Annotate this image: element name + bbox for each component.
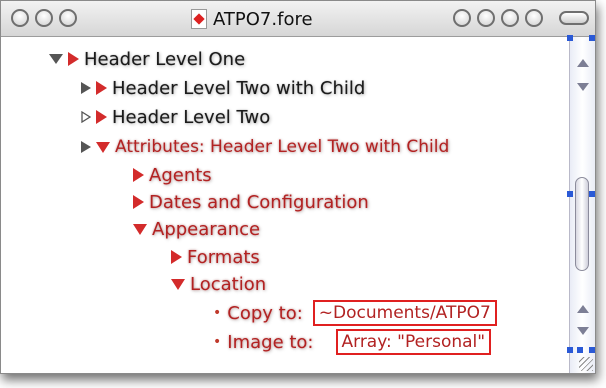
red-triangle-down-icon — [96, 141, 110, 153]
red-triangle-right-icon[interactable] — [133, 195, 144, 209]
outline-row-label: Header Level One — [84, 48, 246, 70]
minimize-button[interactable] — [35, 9, 53, 27]
resize-grip-icon[interactable] — [579, 357, 593, 371]
outline-row[interactable]: Header Level Two — [81, 103, 270, 131]
outline-row-label: Header Level Two with Child — [112, 77, 366, 99]
zoom-button[interactable] — [59, 9, 77, 27]
vertical-scrollbar[interactable] — [569, 37, 595, 373]
attribute-row[interactable]: • Copy to: ~Documents/ATPO7 — [213, 299, 497, 327]
title-button-1[interactable] — [453, 9, 471, 27]
selection-handle[interactable] — [589, 35, 595, 41]
outline-row-label: Agents — [149, 164, 212, 186]
scroll-down-arrow-icon[interactable] — [577, 83, 589, 91]
title-button-4[interactable] — [525, 9, 543, 27]
selection-handle[interactable] — [577, 347, 583, 353]
outline-row[interactable]: Header Level Two with Child — [81, 74, 365, 102]
selection-handle[interactable] — [589, 347, 595, 353]
document-icon — [191, 9, 207, 29]
disclosure-triangle-down-icon[interactable] — [49, 54, 63, 64]
outline-view[interactable]: Header Level One Header Level Two with C… — [1, 37, 569, 373]
attribute-row[interactable]: • Image to: Array: "Personal" — [213, 328, 492, 356]
title-bar[interactable]: ATPO7.fore — [1, 1, 595, 37]
title-button-2[interactable] — [477, 9, 495, 27]
outline-row[interactable]: Dates and Configuration — [133, 188, 369, 216]
red-triangle-down-icon[interactable] — [171, 278, 185, 290]
outline-row-label: Formats — [187, 246, 260, 268]
outline-row[interactable]: Header Level One — [49, 45, 245, 73]
selection-handle[interactable] — [567, 191, 573, 197]
window-title: ATPO7.fore — [191, 7, 313, 31]
red-triangle-right-icon — [68, 52, 79, 66]
title-button-3[interactable] — [501, 9, 519, 27]
outline-row[interactable]: Agents — [133, 161, 212, 189]
outline-row[interactable]: Appearance — [133, 215, 260, 243]
outline-row-label: Dates and Configuration — [149, 191, 369, 213]
selection-handle[interactable] — [589, 191, 595, 197]
close-button[interactable] — [11, 9, 29, 27]
disclosure-triangle-right-icon[interactable] — [81, 82, 91, 94]
outline-row-label: Location — [190, 273, 267, 295]
red-triangle-right-icon[interactable] — [171, 250, 182, 264]
bullet-icon: • — [213, 334, 222, 350]
window-title-text: ATPO7.fore — [213, 8, 313, 30]
selection-handle[interactable] — [567, 35, 573, 41]
outline-row-label: Attributes: Header Level Two with Child — [115, 137, 450, 157]
outline-row[interactable]: Formats — [171, 243, 260, 271]
disclosure-triangle-hollow-icon[interactable] — [81, 111, 91, 123]
toolbar-toggle-button[interactable] — [559, 11, 589, 25]
outline-row-label: Header Level Two — [112, 106, 271, 128]
attribute-value-field[interactable]: ~Documents/ATPO7 — [312, 300, 497, 326]
disclosure-triangle-right-icon[interactable] — [81, 141, 91, 153]
red-triangle-right-icon — [96, 110, 107, 124]
scroll-down-arrow-icon[interactable] — [577, 327, 589, 335]
selection-handle[interactable] — [567, 347, 573, 353]
attribute-label: Image to: — [227, 331, 314, 353]
attribute-value-field[interactable]: Array: "Personal" — [335, 329, 492, 355]
red-triangle-right-icon — [96, 81, 107, 95]
red-triangle-down-icon[interactable] — [133, 223, 147, 235]
scroll-up-arrow-icon[interactable] — [577, 59, 589, 67]
outline-window: ATPO7.fore Header Level One Header Level… — [0, 0, 596, 374]
bullet-icon: • — [213, 305, 222, 321]
attribute-label: Copy to: — [227, 302, 303, 324]
red-triangle-right-icon[interactable] — [133, 168, 144, 182]
outline-row-label: Appearance — [152, 218, 261, 240]
outline-row[interactable]: Location — [171, 270, 266, 298]
scroll-up-arrow-icon[interactable] — [577, 305, 589, 313]
scroll-thumb[interactable] — [575, 177, 589, 271]
outline-row[interactable]: Attributes: Header Level Two with Child — [81, 133, 449, 161]
